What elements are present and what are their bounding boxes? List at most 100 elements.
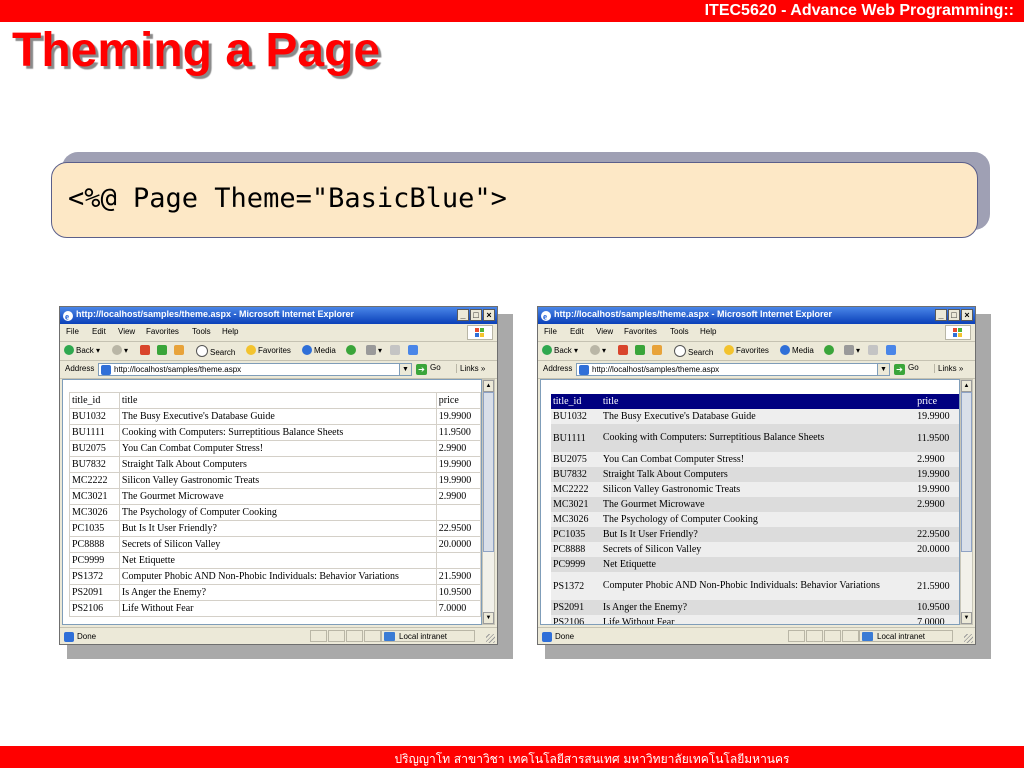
table-cell-title: The Psychology of Computer Cooking [600, 512, 916, 527]
address-input[interactable]: http://localhost/samples/theme.aspx ▼ [576, 363, 890, 376]
history-button[interactable] [346, 345, 358, 355]
table-cell-title: The Gourmet Microwave [118, 488, 437, 505]
back-arrow-icon [64, 345, 74, 355]
stop-button[interactable] [140, 345, 152, 355]
scroll-thumb[interactable] [483, 392, 494, 552]
search-button[interactable]: Search [196, 345, 235, 357]
media-button[interactable]: Media [780, 345, 814, 355]
column-header: title [118, 392, 437, 409]
table-cell-title-id: PC9999 [69, 552, 120, 569]
done-page-icon [64, 632, 74, 642]
home-button[interactable] [652, 345, 664, 355]
menu-file[interactable]: File [66, 327, 79, 336]
address-dropdown[interactable]: ▼ [877, 364, 889, 375]
code-box: <%@ Page Theme="BasicBlue"> [51, 162, 978, 238]
links-button[interactable]: Links » [934, 364, 963, 373]
table-cell-title: Secrets of Silicon Valley [600, 542, 916, 557]
scroll-down-button[interactable]: ▼ [961, 612, 972, 624]
table-row: BU1032 The Busy Executive's Database Guid… [551, 409, 959, 424]
table-cell-title: Computer Phobic AND Non-Phobic Individua… [600, 572, 916, 600]
resize-grip[interactable] [486, 634, 495, 643]
media-button[interactable]: Media [302, 345, 336, 355]
menu-favorites[interactable]: Favorites [146, 327, 179, 336]
stop-button[interactable] [618, 345, 630, 355]
security-zone: Local intranet [859, 630, 953, 642]
forward-button[interactable]: ▾ [112, 345, 128, 355]
table-cell-price: 2.9900 [915, 497, 959, 512]
window-titlebar[interactable]: e http://localhost/samples/theme.aspx - … [538, 307, 975, 324]
mail-button[interactable]: ▾ [844, 345, 860, 355]
forward-button[interactable]: ▾ [590, 345, 606, 355]
address-input[interactable]: http://localhost/samples/theme.aspx ▼ [98, 363, 412, 376]
print-button[interactable] [868, 345, 880, 355]
status-cell [842, 630, 859, 642]
menu-tools[interactable]: Tools [192, 327, 211, 336]
vertical-scrollbar[interactable]: ▲ ▼ [960, 379, 973, 625]
favorites-button[interactable]: Favorites [724, 345, 769, 355]
table-cell-title-id: PS2091 [551, 600, 601, 615]
menu-tools[interactable]: Tools [670, 327, 689, 336]
status-cell [788, 630, 805, 642]
menu-view[interactable]: View [596, 327, 613, 336]
refresh-button[interactable] [635, 345, 647, 355]
maximize-button[interactable]: □ [470, 309, 482, 321]
minimize-button[interactable]: _ [935, 309, 947, 321]
go-arrow-icon: ➔ [416, 364, 427, 375]
table-cell-price: 7.0000 [915, 615, 959, 624]
table-cell-title-id: MC3021 [69, 488, 120, 505]
scroll-down-button[interactable]: ▼ [483, 612, 494, 624]
table-row: PS2091 Is Anger the Enemy? 10.9500 [551, 600, 959, 615]
menu-edit[interactable]: Edit [570, 327, 584, 336]
home-button[interactable] [174, 345, 186, 355]
edit-button[interactable] [408, 345, 420, 355]
history-button[interactable] [824, 345, 836, 355]
table-row: PC9999 Net Etiquette [551, 557, 959, 572]
forward-arrow-icon [590, 345, 600, 355]
close-button[interactable]: × [961, 309, 973, 321]
menu-favorites[interactable]: Favorites [624, 327, 657, 336]
table-cell-title: You Can Combat Computer Stress! [600, 452, 916, 467]
window-titlebar[interactable]: e http://localhost/samples/theme.aspx - … [60, 307, 497, 324]
table-row: PC8888 Secrets of Silicon Valley 20.0000 [551, 542, 959, 557]
table-cell-price: 7.0000 [435, 600, 481, 617]
column-header: title_id [69, 392, 120, 409]
back-button[interactable]: Back ▾ [542, 345, 578, 355]
scroll-thumb[interactable] [961, 392, 972, 552]
table-cell-title: Straight Talk About Computers [600, 467, 916, 482]
minimize-button[interactable]: _ [457, 309, 469, 321]
table-cell-title: Silicon Valley Gastronomic Treats [600, 482, 916, 497]
maximize-button[interactable]: □ [948, 309, 960, 321]
menu-help[interactable]: Help [222, 327, 238, 336]
search-button[interactable]: Search [674, 345, 713, 357]
print-button[interactable] [390, 345, 402, 355]
links-button[interactable]: Links » [456, 364, 485, 373]
scroll-up-button[interactable]: ▲ [483, 380, 494, 392]
mail-button[interactable]: ▾ [366, 345, 382, 355]
menu-file[interactable]: File [544, 327, 557, 336]
top-banner: ITEC5620 - Advance Web Programming:: [0, 0, 1024, 22]
go-button[interactable]: ➔ Go [894, 363, 919, 375]
scroll-up-button[interactable]: ▲ [961, 380, 972, 392]
table-cell-title: Straight Talk About Computers [118, 456, 437, 473]
status-cell [310, 630, 327, 642]
university-footer: ปริญญาโท สาขาวิชา เทคโนโลยีสารสนเทศ มหาว… [394, 752, 790, 766]
edit-button[interactable] [886, 345, 898, 355]
forward-arrow-icon [112, 345, 122, 355]
table-header-row: title_id title price [551, 394, 959, 409]
favorites-button[interactable]: Favorites [246, 345, 291, 355]
table-cell-price: 19.9900 [915, 409, 959, 424]
table-row: PC9999 Net Etiquette [69, 552, 481, 569]
refresh-button[interactable] [157, 345, 169, 355]
close-button[interactable]: × [483, 309, 495, 321]
vertical-scrollbar[interactable]: ▲ ▼ [482, 379, 495, 625]
address-dropdown[interactable]: ▼ [399, 364, 411, 375]
menu-view[interactable]: View [118, 327, 135, 336]
menu-help[interactable]: Help [700, 327, 716, 336]
menu-edit[interactable]: Edit [92, 327, 106, 336]
table-row: MC2222 Silicon Valley Gastronomic Treats 1… [551, 482, 959, 497]
go-button[interactable]: ➔ Go [416, 363, 441, 375]
back-button[interactable]: Back ▾ [64, 345, 100, 355]
resize-grip[interactable] [964, 634, 973, 643]
home-icon [652, 345, 662, 355]
table-row: BU1111 Cooking with Computers: Surreptiti… [551, 424, 959, 452]
